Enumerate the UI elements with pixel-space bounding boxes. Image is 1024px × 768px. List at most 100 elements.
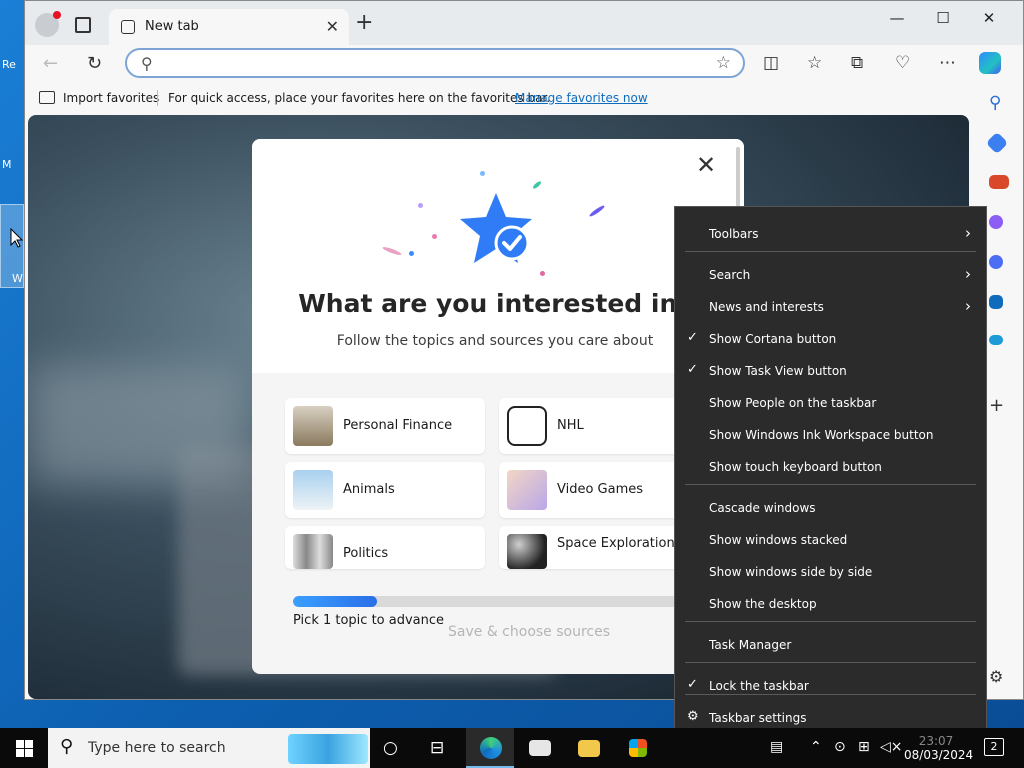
menu-item-lock-the-taskbar[interactable]: ✓ Lock the taskbar (675, 671, 986, 701)
dialog-close-icon[interactable]: ✕ (696, 151, 716, 179)
minimize-icon[interactable]: — (877, 9, 917, 27)
taskbar-file-explorer[interactable] (564, 728, 612, 768)
close-window-icon[interactable]: ✕ (969, 9, 1009, 27)
sidebar-tools-icon[interactable] (989, 175, 1009, 189)
menu-separator (685, 621, 976, 622)
split-screen-icon[interactable]: ◫ (763, 53, 779, 73)
toolbar: ← ↻ ⚲ ☆ ◫ ☆ ⧉ ♡ ⋯ (25, 45, 1023, 83)
menu-item-label: Show touch keyboard button (709, 460, 882, 474)
cortana-icon[interactable]: ○ (383, 738, 398, 758)
menu-item-news-and-interests[interactable]: News and interests › (675, 292, 986, 322)
notification-center-icon[interactable]: 2 (984, 738, 1004, 756)
save-choose-sources-button[interactable]: Save & choose sources (448, 624, 610, 640)
favorites-icon[interactable]: ☆ (807, 53, 822, 73)
tab-close-icon[interactable]: ✕ (326, 17, 339, 36)
manage-favorites-link[interactable]: Manage favorites now (515, 91, 648, 105)
browser-essentials-icon[interactable]: ♡ (895, 53, 910, 73)
sidebar-drop-icon[interactable] (989, 335, 1003, 345)
dialog-scrollbar[interactable] (736, 147, 740, 207)
menu-item-show-windows-ink-workspace-button[interactable]: Show Windows Ink Workspace button (675, 420, 986, 450)
copilot-icon[interactable] (979, 52, 1001, 74)
nhl-logo-thumbnail (507, 406, 547, 446)
submenu-chevron-icon: › (965, 265, 971, 283)
tab-new-tab[interactable]: New tab ✕ (109, 9, 349, 45)
menu-item-cascade-windows[interactable]: Cascade windows (675, 493, 986, 523)
taskbar-store[interactable] (613, 728, 661, 768)
topic-nhl[interactable]: NHL (499, 398, 699, 454)
show-hidden-icons-chevron-icon[interactable]: ⌃ (810, 739, 822, 755)
desktop-icon-m[interactable]: M (2, 158, 24, 171)
taskbar-clock[interactable]: 23:07 08/03/2024 (904, 734, 974, 762)
menu-item-show-cortana-button[interactable]: ✓ Show Cortana button (675, 324, 986, 354)
task-view-icon[interactable]: ⊟ (430, 738, 444, 758)
menu-item-show-the-desktop[interactable]: Show the desktop (675, 589, 986, 619)
capitol-thumbnail (293, 534, 333, 569)
more-menu-icon[interactable]: ⋯ (939, 53, 956, 73)
network-icon[interactable]: ⊞ (858, 739, 870, 755)
new-tab-plus-icon[interactable]: + (355, 12, 373, 34)
moon-thumbnail (507, 534, 547, 569)
sidebar-search-icon[interactable]: ⚲ (989, 93, 1009, 113)
menu-item-search[interactable]: Search › (675, 260, 986, 290)
menu-item-show-touch-keyboard-button[interactable]: Show touch keyboard button (675, 452, 986, 482)
star-check-icon (460, 193, 532, 263)
checkmark-icon: ✓ (687, 362, 698, 377)
refresh-icon[interactable]: ↻ (87, 53, 102, 74)
topic-animals[interactable]: Animals (285, 462, 485, 518)
menu-item-task-manager[interactable]: Task Manager (675, 630, 986, 660)
profile-icon[interactable] (35, 11, 61, 37)
collections-icon[interactable]: ⧉ (851, 53, 863, 73)
tab-title: New tab (145, 19, 199, 34)
topic-video-games[interactable]: Video Games (499, 462, 699, 518)
menu-item-show-windows-stacked[interactable]: Show windows stacked (675, 525, 986, 555)
menu-item-show-windows-side-by-side[interactable]: Show windows side by side (675, 557, 986, 587)
topic-space-exploration[interactable]: Space Exploration (499, 526, 699, 569)
tab-actions-icon[interactable] (75, 17, 91, 33)
windows-start-icon[interactable] (16, 740, 33, 757)
sidebar-outlook-icon[interactable] (989, 295, 1003, 309)
news-widget-icon[interactable]: ▤ (770, 739, 783, 755)
taskbar-mail[interactable] (515, 728, 563, 768)
volume-muted-icon[interactable]: ◁× (880, 739, 903, 755)
checkmark-icon: ✓ (687, 330, 698, 345)
search-highlight-art (288, 734, 368, 764)
sidebar-shopping-icon[interactable] (985, 131, 1009, 155)
edge-icon (480, 737, 502, 759)
sidebar-m365-icon[interactable] (989, 255, 1003, 269)
topic-progress-fill (293, 596, 377, 607)
gamepad-thumbnail (507, 470, 547, 510)
search-placeholder: Type here to search (88, 740, 226, 756)
sidebar-games-icon[interactable] (989, 215, 1003, 229)
menu-separator (685, 662, 976, 663)
search-icon: ⚲ (60, 736, 74, 757)
address-bar[interactable]: ⚲ ☆ (125, 48, 745, 78)
store-icon (629, 739, 647, 757)
menu-separator (685, 484, 976, 485)
desktop-icon-recycle[interactable]: Re (2, 58, 24, 71)
meet-now-icon[interactable]: ⊙ (834, 739, 846, 755)
favorite-star-icon[interactable]: ☆ (716, 53, 731, 73)
maximize-icon[interactable]: ☐ (923, 9, 963, 27)
taskbar-search-box[interactable]: ⚲ Type here to search (48, 728, 370, 768)
clock-date: 08/03/2024 (904, 748, 974, 762)
search-icon: ⚲ (141, 54, 153, 73)
sidebar-settings-icon[interactable]: ⚙ (989, 667, 1009, 687)
folder-icon (578, 740, 600, 757)
menu-item-label: Task Manager (709, 638, 792, 652)
back-arrow-icon[interactable]: ← (43, 53, 58, 74)
sidebar-add-icon[interactable]: + (989, 395, 1009, 416)
menu-item-toolbars[interactable]: Toolbars › (675, 219, 986, 249)
import-favorites-button[interactable]: Import favorites (63, 91, 159, 105)
topic-personal-finance[interactable]: Personal Finance (285, 398, 485, 454)
dialog-subtitle: Follow the topics and sources you care a… (336, 333, 654, 349)
menu-item-label: Show Task View button (709, 364, 847, 378)
menu-item-show-people-on-the-taskbar[interactable]: Show People on the taskbar (675, 388, 986, 418)
menu-item-label: Show windows side by side (709, 565, 873, 579)
menu-item-label: Search (709, 268, 751, 282)
menu-item-label: Show windows stacked (709, 533, 848, 547)
topic-politics[interactable]: Politics (285, 526, 485, 569)
taskbar-edge[interactable] (466, 728, 514, 768)
checkmark-icon: ✓ (687, 677, 698, 692)
topic-label: Video Games (557, 482, 644, 497)
menu-item-show-task-view-button[interactable]: ✓ Show Task View button (675, 356, 986, 386)
